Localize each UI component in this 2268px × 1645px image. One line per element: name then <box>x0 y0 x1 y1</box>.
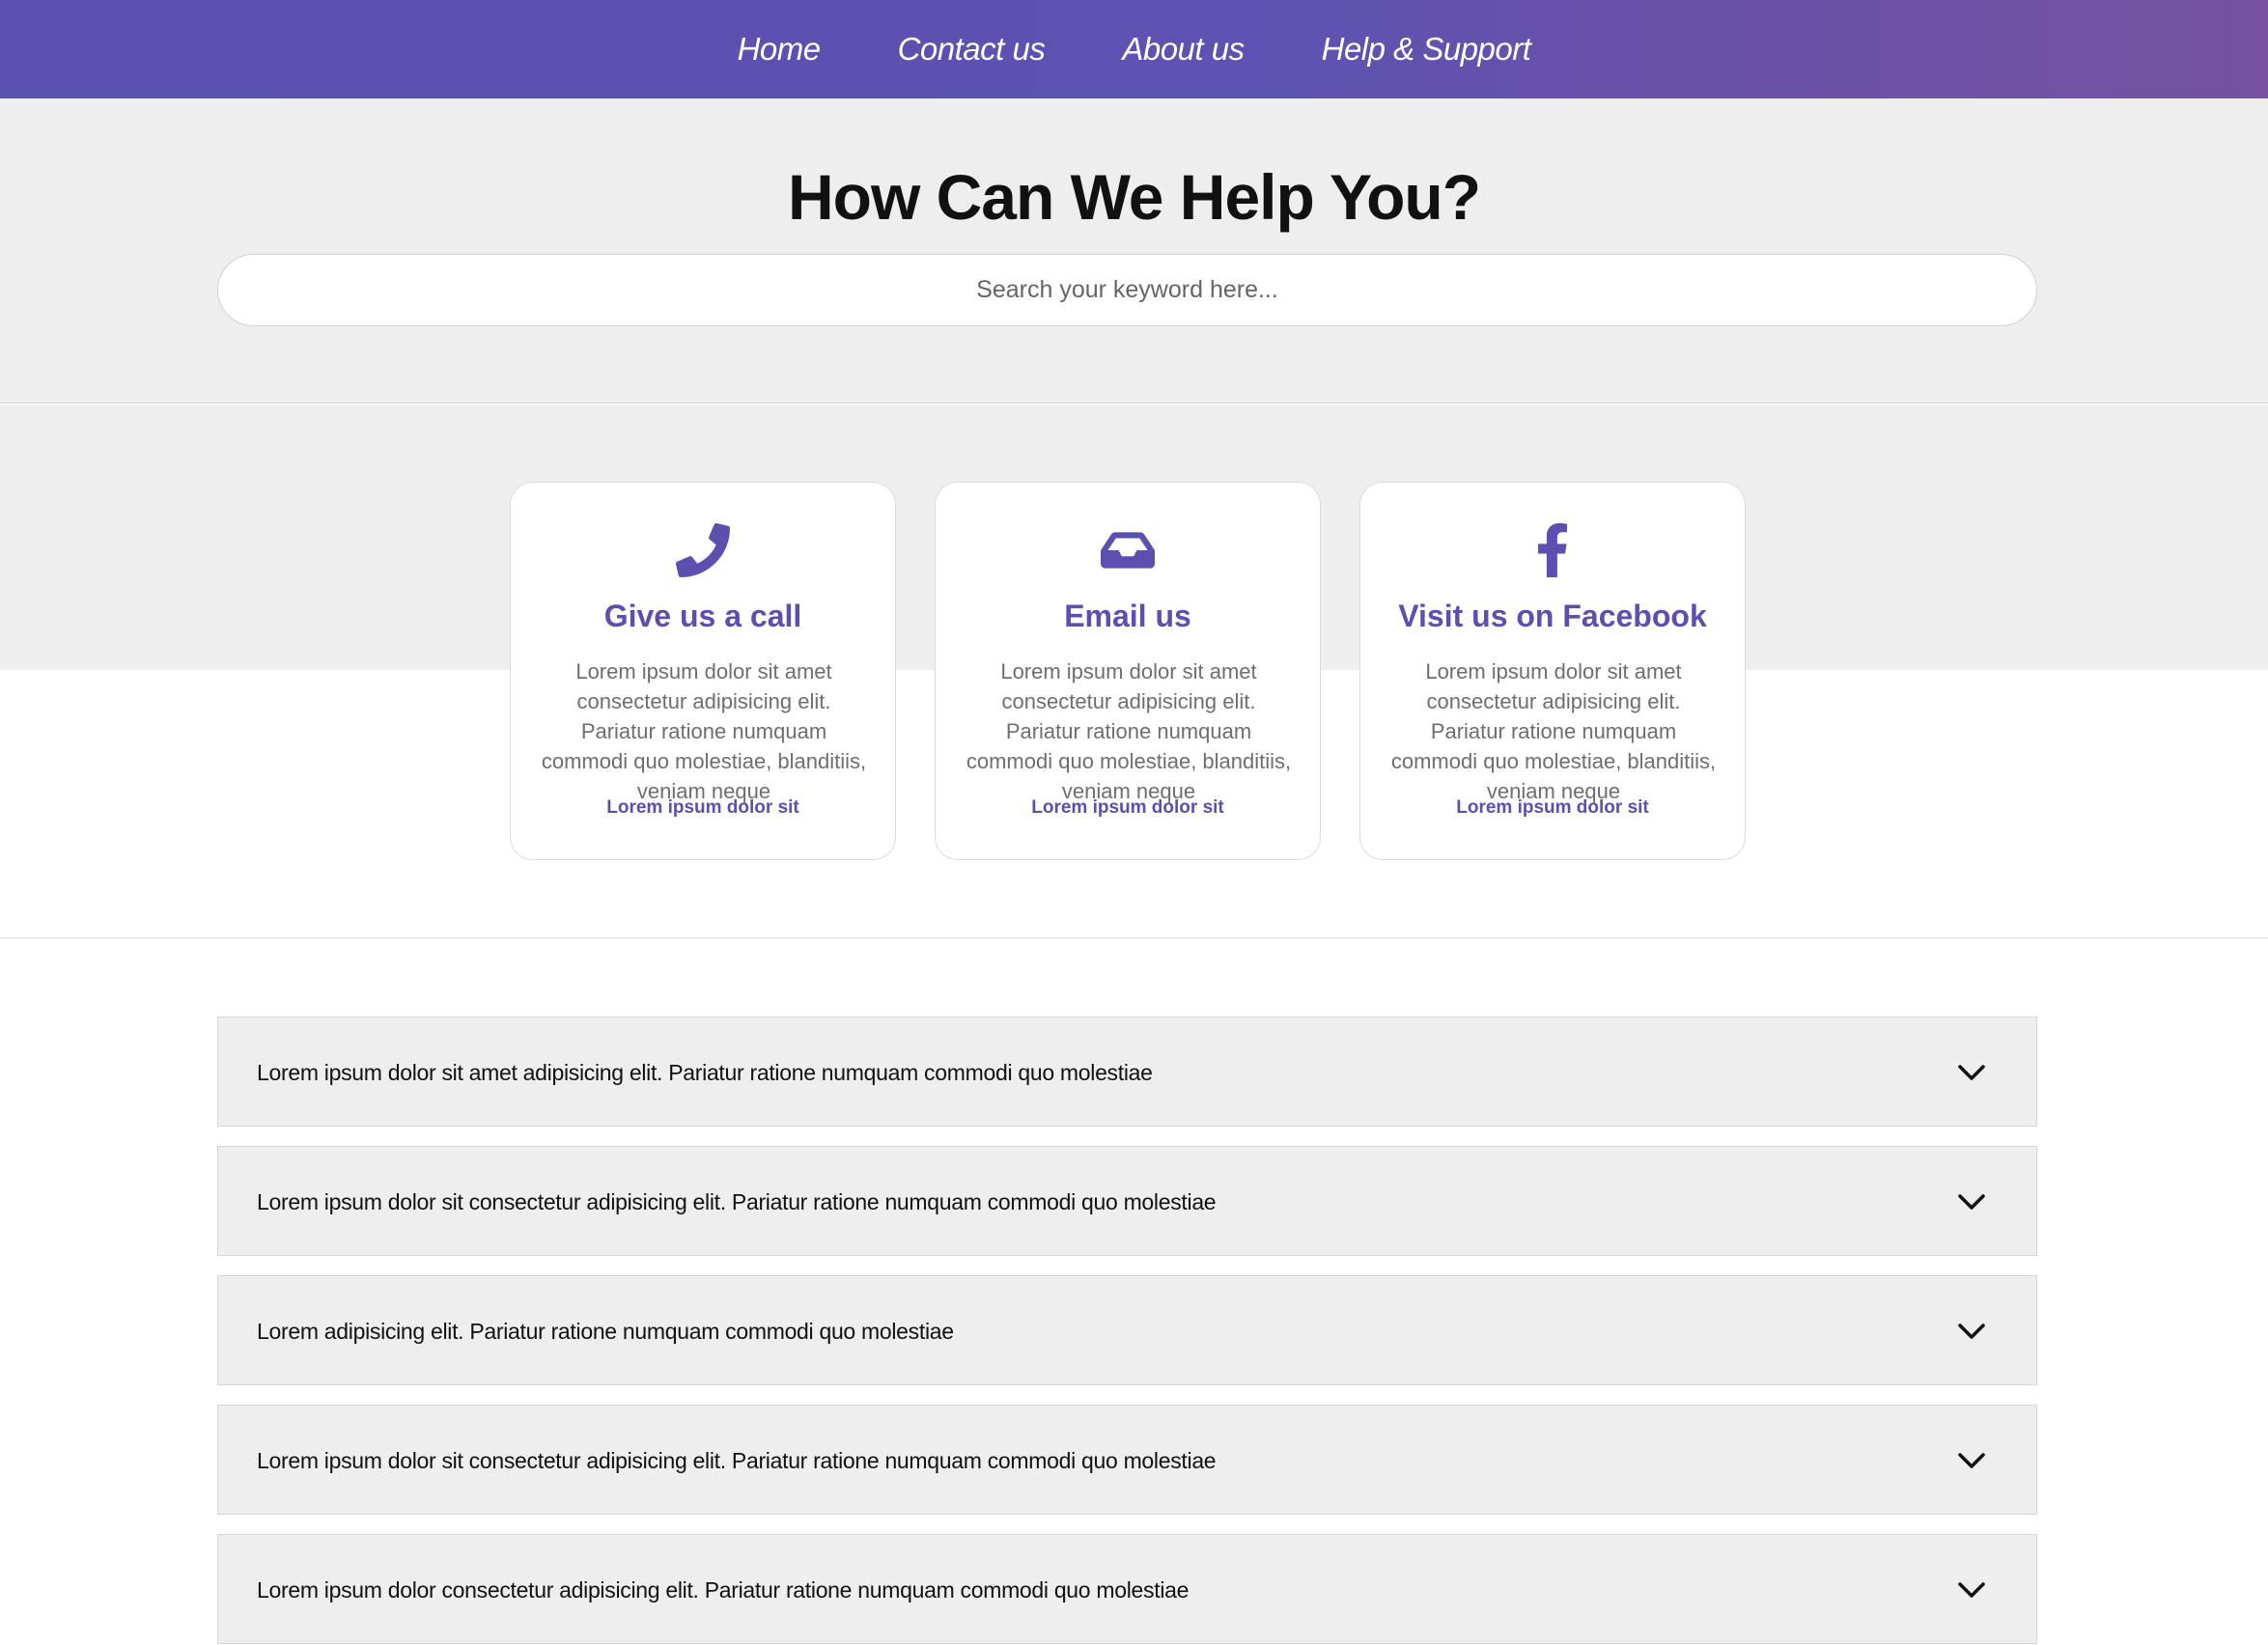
faq-question: Lorem ipsum dolor sit amet adipisicing e… <box>257 1060 1153 1085</box>
search-input[interactable] <box>217 254 2037 326</box>
card-link[interactable]: Lorem ipsum dolor sit <box>936 797 1320 819</box>
faq-question: Lorem adipisicing elit. Pariatur ratione… <box>257 1319 954 1344</box>
chevron-down-icon[interactable] <box>1955 1185 1988 1218</box>
card-link[interactable]: Lorem ipsum dolor sit <box>1360 797 1745 819</box>
phone-icon <box>511 523 895 577</box>
faq-item[interactable]: Lorem ipsum dolor sit amet adipisicing e… <box>217 1017 2037 1127</box>
faq-item[interactable]: Lorem ipsum dolor sit consectetur adipis… <box>217 1146 2037 1256</box>
card-description: Lorem ipsum dolor sit amet consectetur a… <box>966 659 1292 803</box>
nav-home-link[interactable]: Home <box>738 31 822 68</box>
nav-contact-link[interactable]: Contact us <box>898 31 1046 68</box>
card-description: Lorem ipsum dolor sit amet consectetur a… <box>1390 659 1717 803</box>
faq-item[interactable]: Lorem ipsum dolor sit consectetur adipis… <box>217 1405 2037 1515</box>
card-title: Give us a call <box>603 599 802 633</box>
faq-question: Lorem ipsum dolor consectetur adipisicin… <box>257 1577 1190 1603</box>
contact-card-call: Give us a call Lorem ipsum dolor sit ame… <box>510 482 896 860</box>
faq-item[interactable]: Lorem adipisicing elit. Pariatur ratione… <box>217 1275 2037 1385</box>
contact-card-email: Email us Lorem ipsum dolor sit amet cons… <box>935 482 1321 860</box>
contact-cards: Give us a call Lorem ipsum dolor sit ame… <box>510 482 1746 860</box>
chevron-down-icon[interactable] <box>1955 1056 1988 1089</box>
chevron-down-icon[interactable] <box>1955 1315 1988 1348</box>
faq-item[interactable]: Lorem ipsum dolor consectetur adipisicin… <box>217 1534 2037 1644</box>
chevron-down-icon[interactable] <box>1955 1444 1988 1477</box>
card-title: Visit us on Facebook <box>1398 599 1707 633</box>
faq-question: Lorem ipsum dolor sit consectetur adipis… <box>257 1189 1217 1214</box>
card-link[interactable]: Lorem ipsum dolor sit <box>511 797 895 819</box>
facebook-icon <box>1360 523 1745 577</box>
hero-section: How Can We Help You? <box>0 98 2268 404</box>
contact-card-facebook: Visit us on Facebook Lorem ipsum dolor s… <box>1359 482 1746 860</box>
card-title: Email us <box>1064 599 1191 633</box>
nav-help-support-link[interactable]: Help & Support <box>1322 31 1531 68</box>
chevron-down-icon[interactable] <box>1955 1574 1988 1606</box>
faq-question: Lorem ipsum dolor sit consectetur adipis… <box>257 1448 1217 1473</box>
page-title: How Can We Help You? <box>787 161 1481 233</box>
top-nav: Home Contact us About us Help & Support <box>0 0 2268 98</box>
section-divider <box>0 937 2268 938</box>
card-description: Lorem ipsum dolor sit amet consectetur a… <box>541 659 867 803</box>
nav-about-link[interactable]: About us <box>1122 31 1245 68</box>
inbox-icon <box>936 523 1320 577</box>
